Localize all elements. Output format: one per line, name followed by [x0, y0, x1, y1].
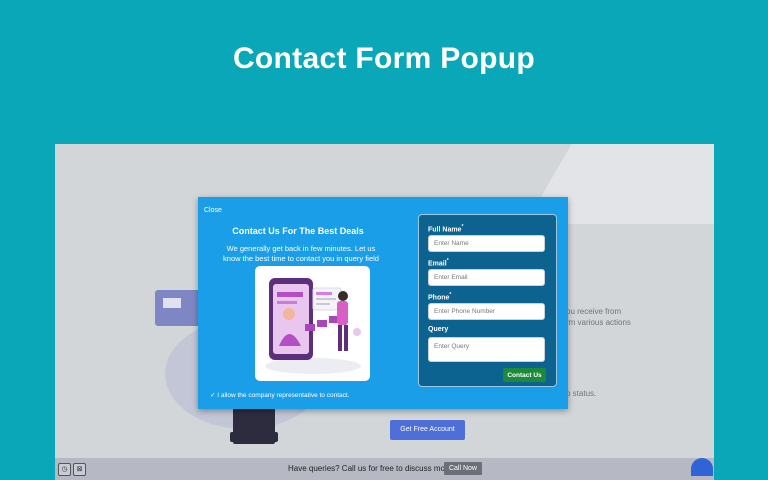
get-free-account-button[interactable]: Get Free Account	[390, 420, 465, 440]
background-text: ou receive from	[566, 307, 622, 316]
background-text: o status.	[566, 389, 597, 398]
full-name-input[interactable]	[428, 235, 545, 252]
background-text: rm various actions	[566, 318, 631, 327]
query-label: Query	[428, 326, 449, 333]
close-button[interactable]: Close	[204, 207, 222, 214]
contact-illustration	[255, 266, 370, 381]
bottom-bar-message: Have queries? Call us for free to discus…	[288, 464, 455, 473]
full-name-label: Full Name*	[428, 224, 464, 234]
contact-popup: Close Contact Us For The Best Deals We g…	[198, 197, 568, 409]
consent-text: ✓ I allow the company representative to …	[210, 392, 350, 399]
contact-us-button[interactable]: Contact Us	[503, 368, 546, 382]
query-textarea[interactable]	[428, 337, 545, 362]
email-label: Email*	[428, 258, 449, 268]
close-icon[interactable]: ⊠	[73, 463, 86, 476]
chat-bubble-icon[interactable]	[691, 458, 713, 476]
popup-heading: Contact Us For The Best Deals	[232, 226, 364, 236]
phone-input[interactable]	[428, 303, 545, 320]
person-leg	[260, 432, 278, 442]
email-input[interactable]	[428, 269, 545, 286]
bottom-bar: ◷ ⊠ Have queries? Call us for free to di…	[55, 458, 714, 480]
person-leg	[230, 432, 248, 442]
popup-subheading: We generally get back in few minutes. Le…	[223, 244, 379, 263]
call-now-button[interactable]: Call Now	[444, 462, 482, 475]
phone-label: Phone*	[428, 292, 452, 302]
settings-icon[interactable]: ◷	[58, 463, 71, 476]
page-title: Contact Form Popup	[232, 42, 536, 75]
contact-form: Full Name* Email* Phone* Query Contact U…	[418, 214, 557, 387]
